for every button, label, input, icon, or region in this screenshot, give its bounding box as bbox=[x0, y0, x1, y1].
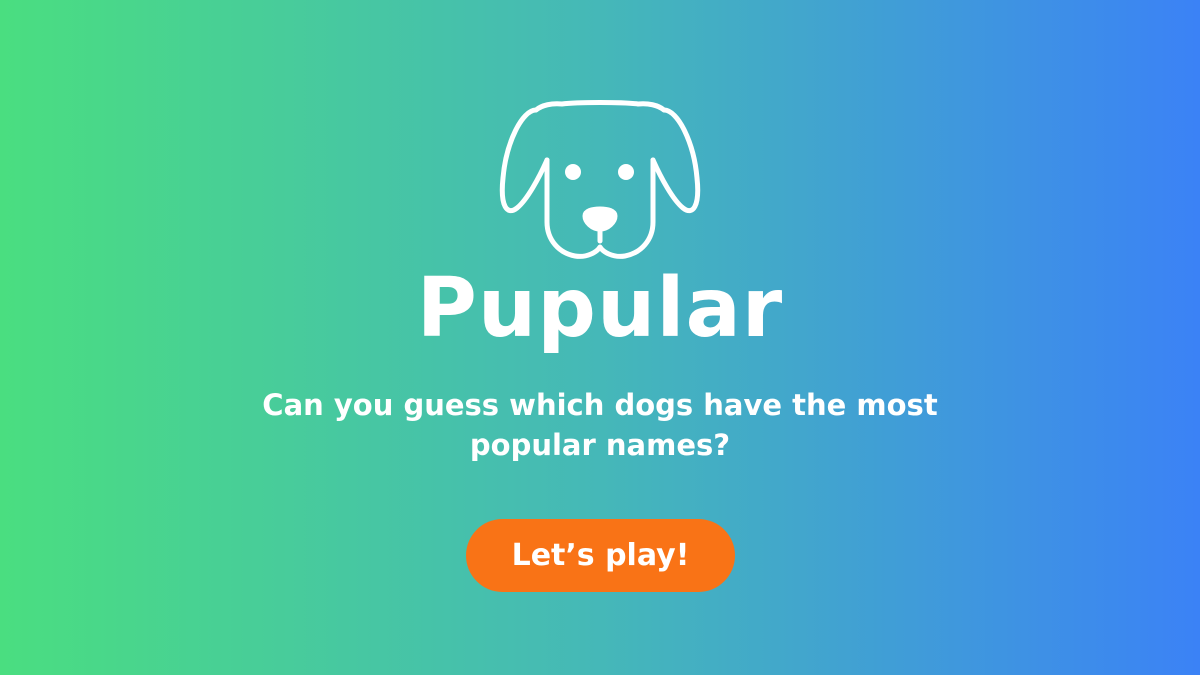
dog-face-icon bbox=[497, 98, 703, 263]
app-title: Pupular bbox=[416, 261, 784, 356]
welcome-screen: Pupular Can you guess which dogs have th… bbox=[0, 0, 1200, 675]
lets-play-button[interactable]: Let’s play! bbox=[466, 519, 735, 592]
tagline: Can you guess which dogs have the most p… bbox=[262, 388, 938, 462]
